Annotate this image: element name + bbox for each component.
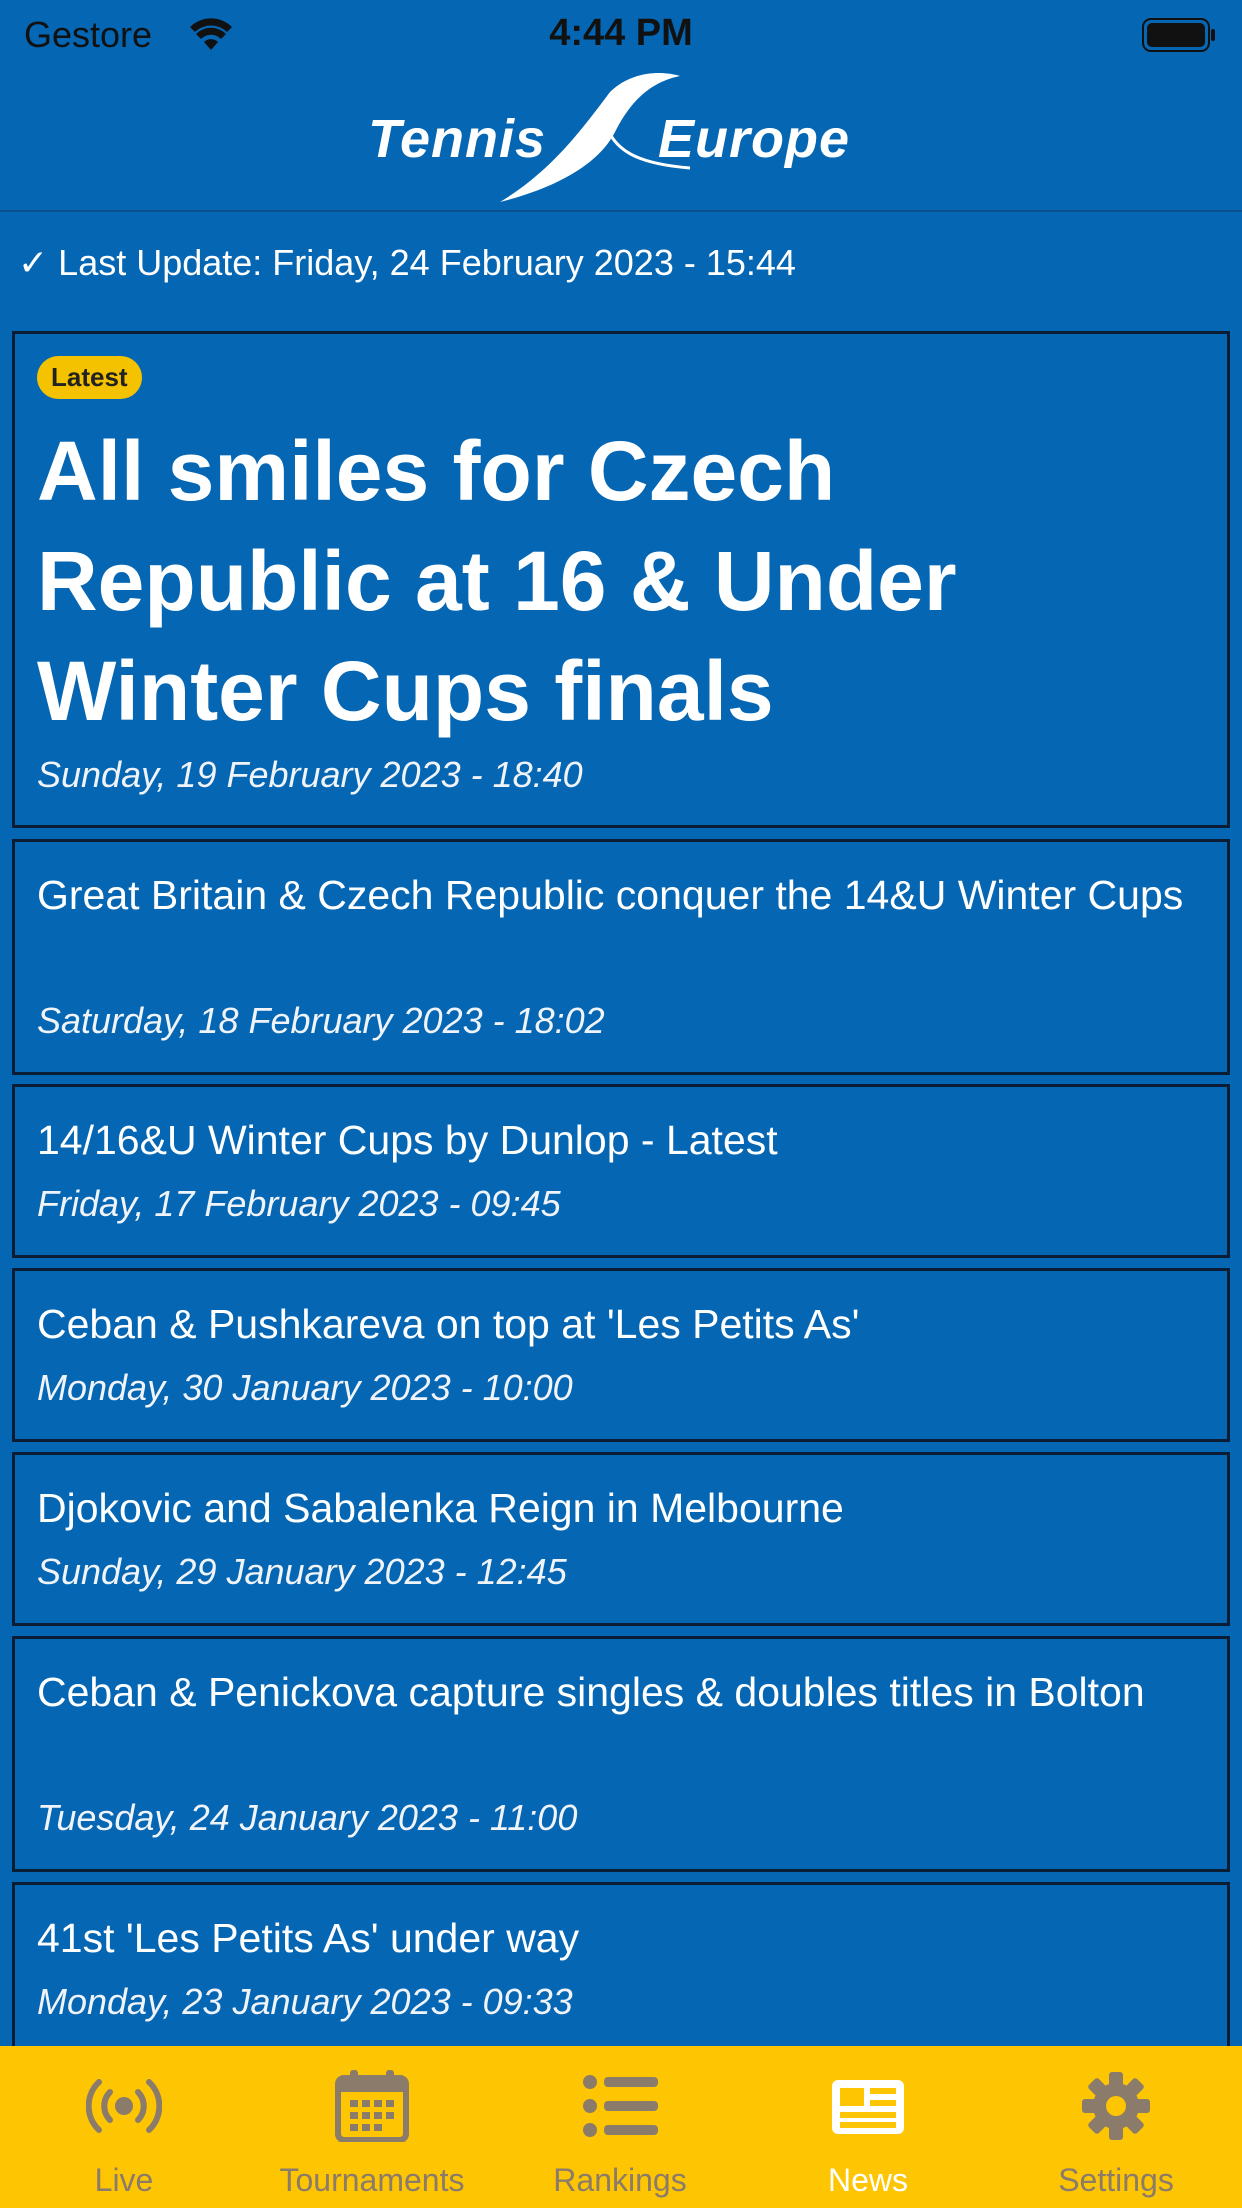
logo-text-europe: Europe (658, 109, 851, 169)
tab-label: Rankings (553, 2162, 687, 2198)
tab-tournaments[interactable]: Tournaments (248, 2046, 496, 2208)
news-date: Sunday, 29 January 2023 - 12:45 (37, 1551, 567, 1592)
news-date: Monday, 23 January 2023 - 09:33 (37, 1981, 573, 2022)
news-title: Ceban & Pushkareva on top at 'Les Petits… (37, 1301, 860, 1347)
news-title: 41st 'Les Petits As' under way (37, 1915, 580, 1961)
list-icon (583, 2075, 658, 2137)
gear-icon (1082, 2072, 1150, 2140)
news-title: Great Britain & Czech Republic conquer t… (37, 872, 1184, 918)
news-item[interactable]: 41st 'Les Petits As' under way Monday, 2… (12, 1882, 1230, 2062)
tab-rankings[interactable]: Rankings (496, 2046, 744, 2208)
news-date: Saturday, 18 February 2023 - 18:02 (37, 1000, 605, 1041)
news-item[interactable]: Ceban & Penickova capture singles & doub… (12, 1636, 1230, 1872)
news-date: Friday, 17 February 2023 - 09:45 (37, 1183, 561, 1224)
news-title: 14/16&U Winter Cups by Dunlop - Latest (37, 1117, 778, 1163)
tab-label: Settings (1058, 2162, 1174, 2198)
tab-live[interactable]: Live (0, 2046, 248, 2208)
battery-icon (1142, 18, 1215, 52)
news-title: Djokovic and Sabalenka Reign in Melbourn… (37, 1485, 844, 1531)
news-date: Sunday, 19 February 2023 - 18:40 (37, 754, 583, 795)
news-title: All smiles for Czech Republic at 16 & Un… (37, 424, 957, 738)
news-date: Tuesday, 24 January 2023 - 11:00 (37, 1797, 578, 1838)
calendar-icon (335, 2070, 409, 2142)
latest-badge: Latest (37, 356, 142, 399)
tab-label: News (827, 2162, 908, 2198)
tab-bar: Live Tournaments Rankings News Settings (0, 2046, 1242, 2208)
tennis-europe-logo: Tennis Europe (360, 72, 880, 206)
app-header: Tennis Europe (0, 66, 1242, 212)
tab-news[interactable]: News (744, 2046, 992, 2208)
tab-label: Tournaments (279, 2162, 465, 2198)
news-item-featured[interactable]: Latest All smiles for Czech Republic at … (12, 331, 1230, 828)
status-bar: Gestore 4:44 PM (0, 0, 1242, 66)
news-item[interactable]: Ceban & Pushkareva on top at 'Les Petits… (12, 1268, 1230, 1442)
tab-label: Live (94, 2162, 154, 2198)
clock: 4:44 PM (549, 12, 693, 54)
news-item[interactable]: Great Britain & Czech Republic conquer t… (12, 839, 1230, 1075)
newspaper-icon (832, 2080, 904, 2134)
last-update-text: ✓ Last Update: Friday, 24 February 2023 … (18, 242, 796, 283)
news-title: Ceban & Penickova capture singles & doub… (37, 1669, 1145, 1715)
tab-settings[interactable]: Settings (992, 2046, 1240, 2208)
news-item[interactable]: 14/16&U Winter Cups by Dunlop - Latest F… (12, 1084, 1230, 1258)
news-item[interactable]: Djokovic and Sabalenka Reign in Melbourn… (12, 1452, 1230, 1626)
live-broadcast-icon (86, 2079, 162, 2133)
news-date: Monday, 30 January 2023 - 10:00 (37, 1367, 573, 1408)
